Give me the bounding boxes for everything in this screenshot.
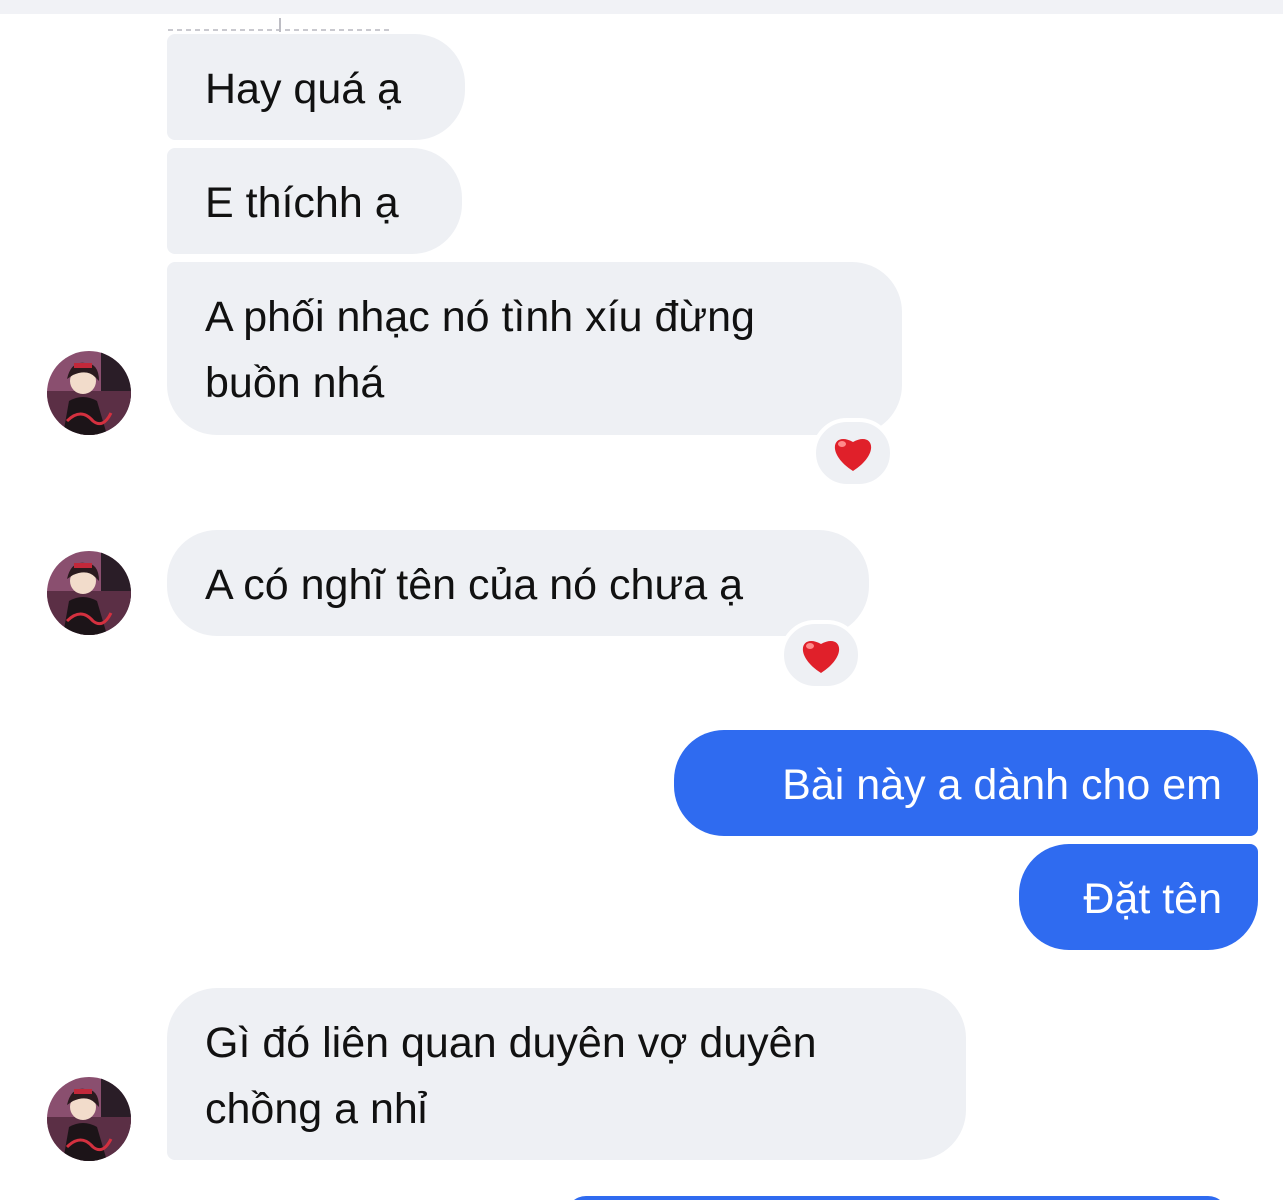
incoming-message[interactable]: Hay quá ạ xyxy=(167,34,465,140)
outgoing-message[interactable]: Đặt tên xyxy=(1019,844,1258,950)
avatar-image xyxy=(47,351,131,435)
message-text: Bài này a dành cho em xyxy=(782,761,1222,809)
message-text: Đặt tên xyxy=(1083,875,1222,923)
outgoing-message[interactable]: Bài này a dành cho em xyxy=(674,730,1258,836)
top-bar xyxy=(0,0,1283,14)
message-text: E thíchh ạ xyxy=(205,179,399,227)
heart-icon xyxy=(834,439,872,471)
avatar-image xyxy=(47,551,131,635)
message-text-line: chồng a nhỉ xyxy=(205,1085,428,1133)
message-text: A có nghĩ tên của nó chưa ạ xyxy=(205,561,744,609)
incoming-message[interactable]: Gì đó liên quan duyên vợ duyên chồng a n… xyxy=(167,988,966,1160)
avatar[interactable] xyxy=(47,351,131,435)
avatar[interactable] xyxy=(47,1077,131,1161)
chat-screen: Hay quá ạ E thíchh ạ A phối nhạc nó tình… xyxy=(0,0,1283,1200)
message-text: Hay quá ạ xyxy=(205,65,402,113)
cropped-text-remnant xyxy=(168,18,393,32)
avatar-image xyxy=(47,1077,131,1161)
incoming-message[interactable]: A phối nhạc nó tình xíu đừng buồn nhá xyxy=(167,262,902,435)
message-text-line: buồn nhá xyxy=(205,359,385,407)
outgoing-message-cropped[interactable] xyxy=(566,1196,1228,1200)
incoming-message[interactable]: E thíchh ạ xyxy=(167,148,462,254)
message-text-line: A phối nhạc nó tình xíu đừng xyxy=(205,293,755,341)
reaction-badge[interactable] xyxy=(780,620,862,690)
heart-icon xyxy=(802,641,840,673)
incoming-message[interactable]: A có nghĩ tên của nó chưa ạ xyxy=(167,530,869,636)
message-text-line: Gì đó liên quan duyên vợ duyên xyxy=(205,1019,817,1067)
avatar[interactable] xyxy=(47,551,131,635)
reaction-badge[interactable] xyxy=(812,418,894,488)
